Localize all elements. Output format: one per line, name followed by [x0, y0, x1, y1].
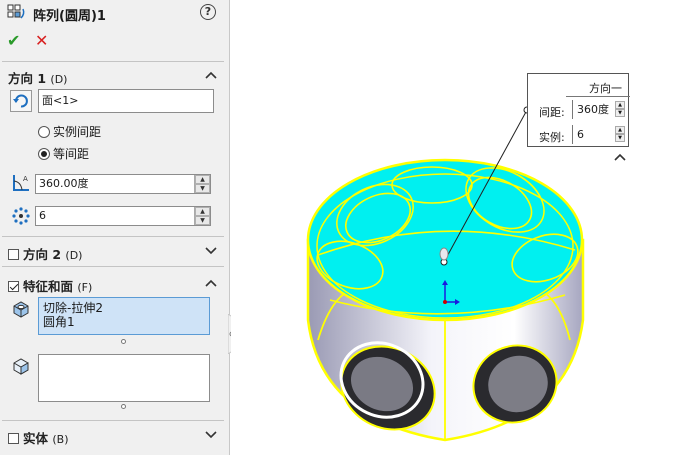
list-item[interactable]: 切除-拉伸2: [39, 301, 209, 315]
callout-spacing-label: 间距:: [539, 106, 565, 119]
faces-icon: [13, 358, 29, 375]
direction2-checkbox[interactable]: [8, 249, 19, 260]
chevron-up-icon[interactable]: [205, 70, 217, 80]
equal-spacing-radio[interactable]: 等间距: [38, 145, 89, 162]
features-icon: [13, 301, 29, 318]
graphics-area[interactable]: [231, 0, 700, 455]
divider: [2, 236, 224, 237]
circular-pattern-icon: [7, 4, 25, 19]
feature-header: 阵列(圆周)1 ?: [0, 0, 230, 26]
features-list[interactable]: 切除-拉伸2 圆角1: [38, 297, 210, 335]
callout-count-field[interactable]: 6 ▲ ▼: [572, 125, 628, 144]
radio-off[interactable]: [38, 126, 50, 138]
count-spinner[interactable]: ▲ ▼: [194, 207, 210, 225]
resize-handle[interactable]: [121, 339, 126, 344]
property-manager: 阵列(圆周)1 ? ✔ ✕ 方向 1 (D) 面<1> 实例间距 等间距 A 3…: [0, 0, 230, 455]
callout-spacing-field[interactable]: 360度 ▲ ▼: [572, 100, 628, 119]
chevron-up-icon[interactable]: [205, 278, 217, 288]
divider: [2, 420, 224, 421]
callout-spinner[interactable]: ▲ ▼: [615, 126, 625, 142]
callout-title: 方向一: [589, 82, 622, 95]
cancel-button[interactable]: ✕: [35, 31, 48, 50]
help-icon[interactable]: ?: [200, 4, 216, 20]
bodies-header[interactable]: 实体 (B): [8, 428, 69, 447]
resize-handle[interactable]: [121, 404, 126, 409]
feature-title: 阵列(圆周)1: [33, 9, 106, 24]
direction-callout: 方向一 间距: 360度 ▲ ▼ 实例: 6 ▲ ▼: [527, 73, 630, 147]
instance-spacing-radio[interactable]: 实例间距: [38, 123, 101, 140]
divider: [2, 61, 224, 62]
axis-field[interactable]: 面<1>: [38, 89, 214, 113]
callout-count-label: 实例:: [539, 131, 565, 144]
instance-count-icon: [12, 207, 30, 225]
direction2-header[interactable]: 方向 2 (D): [8, 244, 82, 263]
angle-spinner[interactable]: ▲ ▼: [194, 175, 210, 193]
angle-field[interactable]: 360.00度: [35, 174, 211, 194]
angle-icon: A: [13, 175, 29, 191]
faces-list[interactable]: [38, 354, 210, 402]
direction1-header[interactable]: 方向 1 (D): [8, 68, 67, 87]
bodies-checkbox[interactable]: [8, 433, 19, 444]
ok-button[interactable]: ✔: [7, 31, 20, 50]
count-field[interactable]: 6: [35, 206, 211, 226]
divider: [566, 96, 630, 97]
chevron-up-icon[interactable]: [614, 153, 626, 161]
callout-spinner[interactable]: ▲ ▼: [615, 101, 625, 117]
radio-on[interactable]: [38, 148, 50, 160]
features-faces-checkbox[interactable]: [8, 281, 19, 292]
divider: [2, 266, 224, 267]
features-faces-header[interactable]: 特征和面 (F): [8, 276, 92, 295]
reverse-direction-icon[interactable]: [10, 90, 32, 112]
list-item[interactable]: 圆角1: [39, 315, 209, 329]
svg-text:A: A: [23, 175, 28, 183]
chevron-down-icon[interactable]: [205, 430, 217, 440]
chevron-down-icon[interactable]: [205, 246, 217, 256]
3d-model-preview[interactable]: [231, 0, 700, 455]
